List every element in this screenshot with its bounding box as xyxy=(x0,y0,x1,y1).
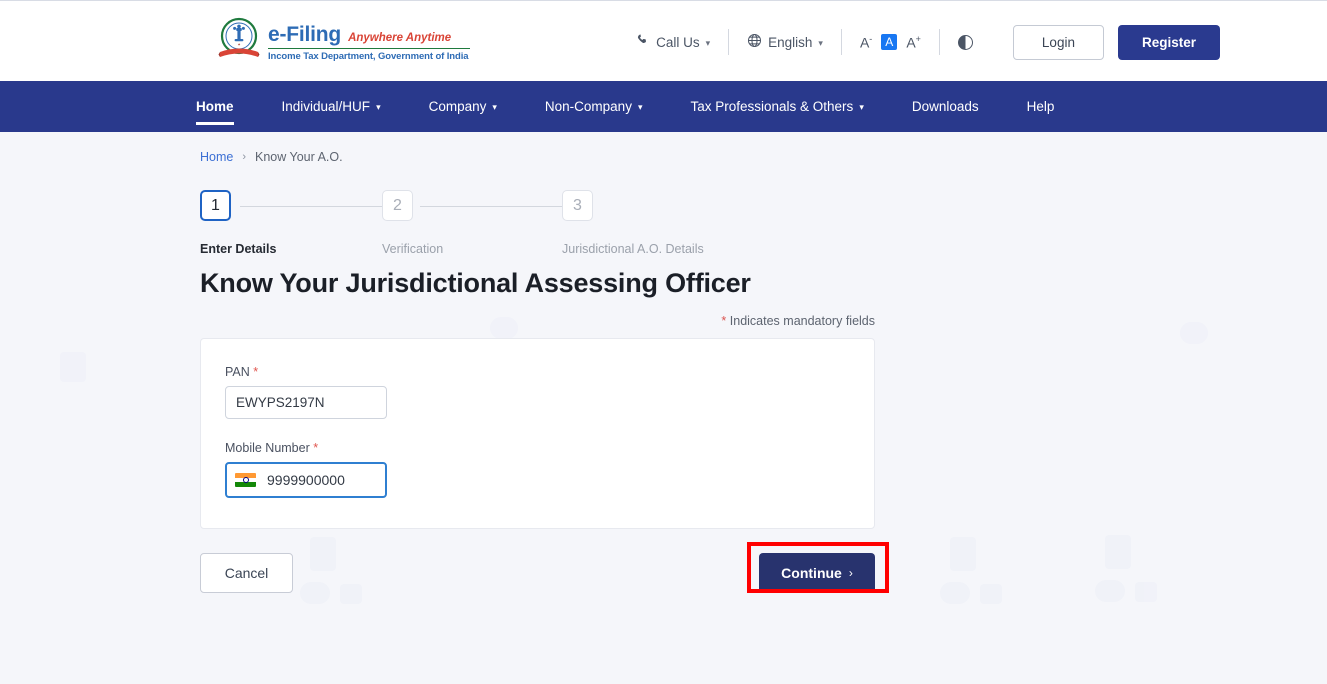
mandatory-fields-note: * Indicates mandatory fields xyxy=(200,314,875,328)
svg-text:★: ★ xyxy=(237,43,240,47)
site-header: ★ e-Filing Anywhere Anytime Income Tax D… xyxy=(0,1,1327,81)
page-content: Home › Know Your A.O. 1 Enter Details 2 … xyxy=(0,132,1327,593)
login-button[interactable]: Login xyxy=(1013,25,1104,60)
nav-label: Help xyxy=(1027,99,1055,114)
nav-item-non-company[interactable]: Non-Company ▾ xyxy=(545,81,643,132)
mandatory-text: Indicates mandatory fields xyxy=(730,314,875,328)
step-label: Enter Details xyxy=(200,242,276,256)
pan-field-group: PAN * xyxy=(225,365,850,419)
brand-logo[interactable]: ★ e-Filing Anywhere Anytime Income Tax D… xyxy=(218,16,470,66)
step-number: 1 xyxy=(200,190,231,221)
breadcrumb: Home › Know Your A.O. xyxy=(200,132,1327,164)
step-label: Verification xyxy=(382,242,443,256)
chevron-down-icon: ▾ xyxy=(706,38,711,49)
brand-subtitle: Income Tax Department, Government of Ind… xyxy=(268,51,470,62)
step-3-jurisdictional-ao-details[interactable]: 3 Jurisdictional A.O. Details xyxy=(562,190,704,256)
nav-label: Individual/HUF xyxy=(282,99,371,114)
continue-button-wrapper: Continue › xyxy=(759,553,875,593)
chevron-down-icon: ▾ xyxy=(492,102,497,113)
chevron-down-icon: ▾ xyxy=(638,102,643,113)
continue-label: Continue xyxy=(781,565,842,581)
pan-input[interactable] xyxy=(225,386,387,419)
step-number: 3 xyxy=(562,190,593,221)
brand-text: e-Filing Anywhere Anytime Income Tax Dep… xyxy=(268,21,470,62)
nav-item-company[interactable]: Company ▾ xyxy=(429,81,497,132)
mobile-field-group: Mobile Number * xyxy=(225,441,850,498)
globe-icon xyxy=(747,33,762,51)
chevron-down-icon: ▾ xyxy=(818,38,823,49)
nav-label: Downloads xyxy=(912,99,979,114)
step-1-enter-details[interactable]: 1 Enter Details xyxy=(200,190,276,256)
chevron-right-icon: › xyxy=(849,566,853,580)
cancel-button[interactable]: Cancel xyxy=(200,553,293,593)
mobile-input-wrapper[interactable] xyxy=(225,462,387,498)
chevron-down-icon: ▾ xyxy=(859,102,864,113)
register-button[interactable]: Register xyxy=(1118,25,1220,60)
nav-item-downloads[interactable]: Downloads xyxy=(912,81,979,132)
mandatory-star: * xyxy=(721,314,726,328)
language-label: English xyxy=(768,35,812,50)
step-2-verification[interactable]: 2 Verification xyxy=(382,190,443,256)
india-flag-icon xyxy=(235,473,256,487)
call-us-menu[interactable]: Call Us ▾ xyxy=(619,29,728,55)
nav-item-individual-huf[interactable]: Individual/HUF ▾ xyxy=(282,81,381,132)
brand-name: e-Filing xyxy=(268,23,341,47)
continue-button[interactable]: Continue › xyxy=(759,553,875,593)
contrast-icon xyxy=(958,35,973,50)
nav-item-tax-professionals-others[interactable]: Tax Professionals & Others ▾ xyxy=(690,81,863,132)
chevron-down-icon: ▾ xyxy=(376,102,381,113)
india-emblem-icon: ★ xyxy=(218,16,260,66)
page-body: Home › Know Your A.O. 1 Enter Details 2 … xyxy=(0,132,1327,684)
nav-label: Tax Professionals & Others xyxy=(690,99,853,114)
language-selector[interactable]: English ▾ xyxy=(729,29,841,55)
progress-stepper: 1 Enter Details 2 Verification 3 Jurisdi… xyxy=(200,190,760,262)
header-utilities: Call Us ▾ English ▾ xyxy=(619,23,1220,61)
contrast-toggle[interactable] xyxy=(940,29,991,55)
pan-label: PAN * xyxy=(225,365,850,379)
font-size-controls: A- A A+ xyxy=(842,29,939,55)
font-increase-button[interactable]: A+ xyxy=(906,35,921,50)
mobile-label: Mobile Number * xyxy=(225,441,850,455)
step-number: 2 xyxy=(382,190,413,221)
required-star: * xyxy=(253,365,258,379)
call-us-label: Call Us xyxy=(656,35,700,50)
mobile-number-input[interactable] xyxy=(267,472,377,488)
page-title: Know Your Jurisdictional Assessing Offic… xyxy=(200,268,1327,299)
step-label: Jurisdictional A.O. Details xyxy=(562,242,704,256)
phone-icon xyxy=(637,34,650,50)
main-navigation: Home Individual/HUF ▾ Company ▾ Non-Comp… xyxy=(0,81,1327,132)
required-star: * xyxy=(313,441,318,455)
know-your-ao-form: PAN * Mobile Number * xyxy=(200,338,875,529)
font-decrease-button[interactable]: A- xyxy=(860,35,872,50)
brand-tagline: Anywhere Anytime xyxy=(348,32,451,44)
nav-item-home[interactable]: Home xyxy=(196,81,234,132)
breadcrumb-separator: › xyxy=(242,151,246,163)
breadcrumb-home-link[interactable]: Home xyxy=(200,150,233,164)
nav-label: Non-Company xyxy=(545,99,632,114)
nav-label: Company xyxy=(429,99,487,114)
font-normal-button[interactable]: A xyxy=(881,34,897,50)
breadcrumb-current: Know Your A.O. xyxy=(255,150,343,164)
nav-item-help[interactable]: Help xyxy=(1027,81,1055,132)
form-actions: Cancel Continue › xyxy=(200,553,875,593)
brand-divider xyxy=(268,48,470,50)
nav-label: Home xyxy=(196,99,234,114)
